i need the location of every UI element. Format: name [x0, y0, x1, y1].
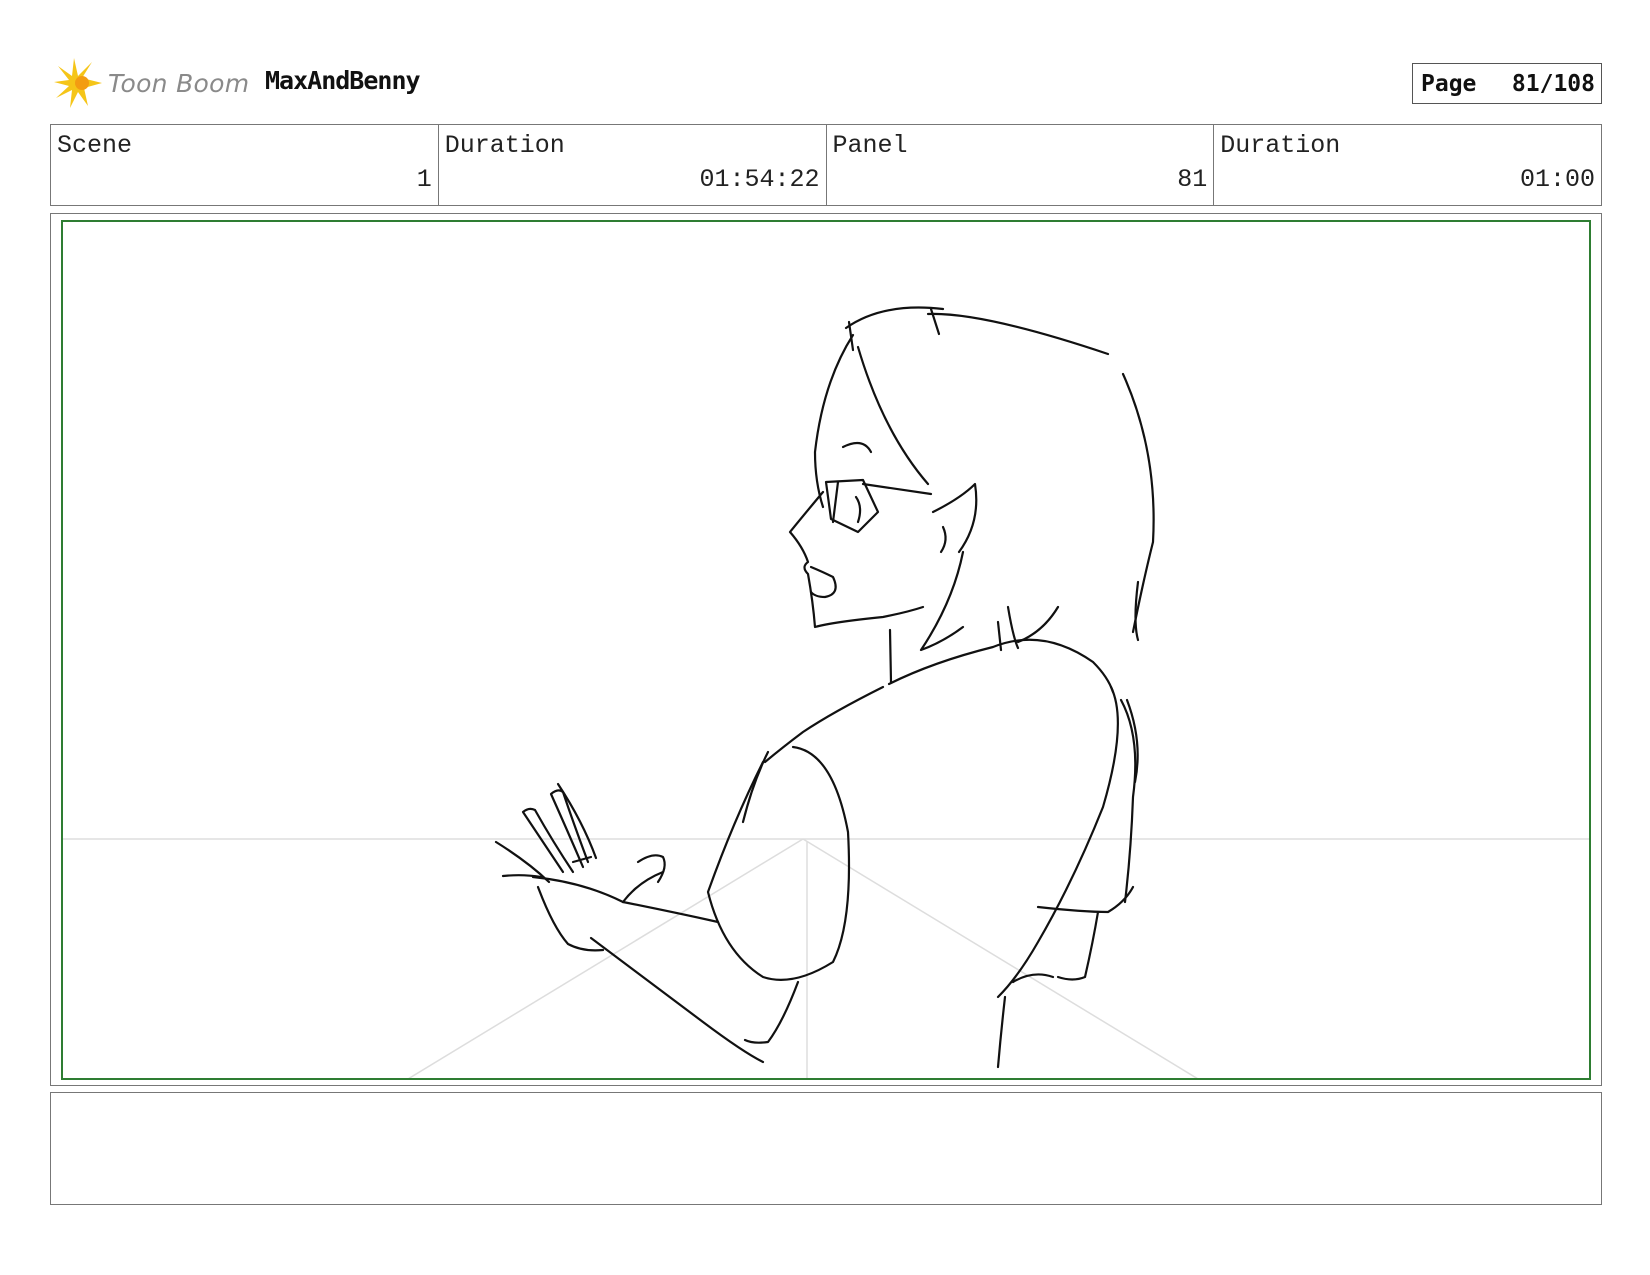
- panel-value: 81: [1177, 165, 1208, 194]
- panel-duration-label: Duration: [1220, 131, 1341, 160]
- scene-value: 1: [416, 165, 432, 194]
- scene-duration-label: Duration: [444, 131, 565, 160]
- toon-boom-logo: Toon Boom: [52, 56, 249, 110]
- panel-duration-cell: Duration 01:00: [1214, 125, 1601, 205]
- panel-info-table: Scene 1 Duration 01:54:22 Panel 81 Durat…: [50, 124, 1602, 206]
- panel-duration-value: 01:00: [1519, 165, 1595, 194]
- storyboard-panel-frame: [61, 220, 1591, 1080]
- scene-duration-cell: Duration 01:54:22: [439, 125, 827, 205]
- page-number: 81/108: [1511, 70, 1595, 97]
- page-label: Page: [1421, 70, 1477, 97]
- panel-cell: Panel 81: [827, 125, 1215, 205]
- logo-text: Toon Boom: [108, 68, 250, 98]
- scene-cell: Scene 1: [51, 125, 439, 205]
- toon-boom-starburst-icon: [54, 58, 102, 108]
- project-name: MaxAndBenny: [265, 66, 421, 95]
- scene-duration-value: 01:54:22: [699, 165, 820, 194]
- scene-label: Scene: [57, 131, 133, 160]
- panel-notes-box: [50, 1092, 1602, 1205]
- character-sketch: [494, 306, 1155, 1069]
- page-indicator: Page 81/108: [1412, 63, 1602, 104]
- perspective-guides: [63, 838, 1589, 1078]
- storyboard-sketch: [63, 306, 1589, 1078]
- panel-label: Panel: [832, 131, 908, 160]
